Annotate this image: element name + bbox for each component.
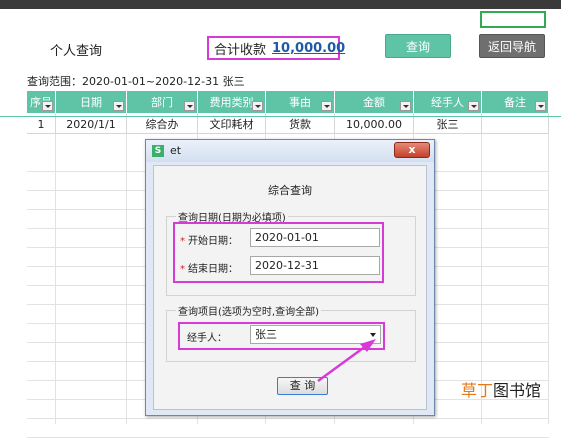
annotation-arrow-icon [317,339,376,383]
watermark: 草丁图书馆 [461,377,541,401]
watermark-part1: 草丁 [461,381,494,400]
watermark-part2: 图书馆 [493,381,542,400]
